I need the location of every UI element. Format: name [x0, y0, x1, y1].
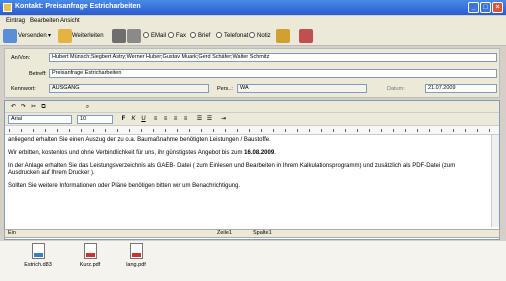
menu-eintrag[interactable]: Eintrag: [6, 18, 25, 24]
radio-brief[interactable]: [190, 32, 196, 39]
font-size-select[interactable]: 10: [77, 115, 113, 124]
close-button[interactable]: ×: [492, 2, 503, 13]
ruler[interactable]: [5, 126, 499, 135]
channel-email[interactable]: EMail: [143, 30, 166, 43]
status-col: Spalte1: [253, 230, 272, 236]
menu-bar: Eintrag Bearbeiten Ansicht: [0, 16, 506, 27]
cut-icon[interactable]: ✂: [29, 103, 38, 112]
save-icon[interactable]: [112, 29, 126, 43]
redo-icon[interactable]: ↷: [19, 103, 28, 112]
header-form: An/Von: Hubert Münsch;Siegbert Astry;Wer…: [4, 48, 500, 98]
list-bullets-icon[interactable]: ☰: [195, 115, 204, 124]
send-button[interactable]: Versenden: [18, 30, 47, 43]
kennwort-field[interactable]: AUSGANG: [49, 84, 209, 93]
datum-label: Datum:: [387, 86, 405, 92]
betreff-field[interactable]: Preisanfrage Estricharbeiten: [49, 69, 497, 78]
bold-button[interactable]: F: [119, 115, 128, 124]
paragraph-1: anliegend erhalten Sie einen Auszug der …: [8, 137, 271, 143]
betreff-label: Betreff:: [29, 71, 47, 77]
send-dropdown-icon[interactable]: ▾: [48, 30, 51, 43]
attachment-kurz[interactable]: Kurz.pdf: [72, 243, 108, 268]
message-editor: ↶ ↷ ✂ ⧉ ⌕ Arial 10 F K U ≡ ≡ ≡ ≡ ☰ ☰ ⇥ a…: [4, 100, 500, 240]
align-justify-icon[interactable]: ≡: [181, 115, 190, 124]
radio-fax[interactable]: [168, 32, 174, 39]
undo-icon[interactable]: ↶: [9, 103, 18, 112]
paragraph-4: Sollten Sie weitere Informationen oder P…: [8, 183, 241, 189]
an-von-label: An/Von:: [11, 55, 31, 61]
paragraph-2: Wir erbitten, kostenlos und ohne Verbind…: [8, 150, 276, 156]
forward-icon: [58, 29, 72, 43]
contact-icon[interactable]: [299, 29, 313, 43]
radio-email[interactable]: [143, 32, 149, 39]
radio-notiz[interactable]: [249, 32, 255, 39]
attachments-panel: Estrich.d83 Kurz.pdf lang.pdf: [0, 241, 506, 281]
maximize-button[interactable]: □: [480, 2, 491, 13]
title-bar: Kontakt: Preisanfrage Estricharbeiten _ …: [0, 0, 506, 15]
datum-field[interactable]: 21.07.2009: [425, 84, 497, 93]
kennwort-label: Kennwort:: [11, 86, 36, 92]
channel-brief[interactable]: Brief: [190, 30, 210, 43]
forward-button[interactable]: Weiterleiten: [72, 30, 104, 43]
status-mode: Ein: [8, 230, 16, 236]
align-left-icon[interactable]: ≡: [151, 115, 160, 124]
find-icon[interactable]: ⌕: [83, 103, 92, 112]
status-row: Zeile1: [217, 230, 232, 236]
channel-telefonat[interactable]: Telefonat: [216, 30, 248, 43]
menu-ansicht[interactable]: Ansicht: [60, 18, 80, 24]
paragraph-3: In der Anlage erhalten Sie das Leistungs…: [8, 163, 456, 176]
an-von-field[interactable]: Hubert Münsch;Siegbert Astry;Werner Hube…: [49, 53, 497, 62]
window-title: Kontakt: Preisanfrage Estricharbeiten: [15, 3, 141, 10]
minimize-button[interactable]: _: [468, 2, 479, 13]
font-select[interactable]: Arial: [8, 115, 72, 124]
editor-toolbar-format: Arial 10 F K U ≡ ≡ ≡ ≡ ☰ ☰ ⇥: [5, 113, 499, 126]
message-body[interactable]: anliegend erhalten Sie einen Auszug der …: [8, 137, 488, 196]
menu-bearbeiten[interactable]: Bearbeiten: [30, 18, 59, 24]
pers-label: Pers..:: [217, 86, 233, 92]
channel-fax[interactable]: Fax: [168, 30, 186, 43]
copy-icon[interactable]: ⧉: [39, 103, 48, 112]
attachment-lang[interactable]: lang.pdf: [118, 243, 154, 268]
vertical-scrollbar[interactable]: [491, 135, 499, 227]
status-bar: Ein Zeile1 Spalte1: [4, 229, 500, 238]
radio-telefonat[interactable]: [216, 32, 222, 39]
deadline-date: 16.08.2009: [244, 150, 275, 156]
attachment-estrich[interactable]: Estrich.d83: [20, 243, 56, 268]
app-icon: [3, 3, 12, 12]
align-center-icon[interactable]: ≡: [161, 115, 170, 124]
toolbar: Versenden ▾ Weiterleiten EMail Fax Brief…: [0, 27, 506, 46]
list-numbers-icon[interactable]: ☰: [205, 115, 214, 124]
send-icon[interactable]: [3, 29, 17, 43]
pers-field[interactable]: WA: [237, 84, 367, 93]
print-icon[interactable]: [127, 29, 141, 43]
align-right-icon[interactable]: ≡: [171, 115, 180, 124]
channel-notiz[interactable]: Notiz: [249, 30, 271, 43]
pdf-file-icon: [129, 243, 143, 259]
gaeb-file-icon: [31, 243, 45, 259]
italic-button[interactable]: K: [129, 115, 138, 124]
editor-toolbar-top: ↶ ↷ ✂ ⧉ ⌕: [5, 101, 499, 113]
folder-icon[interactable]: [276, 29, 290, 43]
indent-icon[interactable]: ⇥: [219, 115, 228, 124]
pdf-file-icon: [83, 243, 97, 259]
underline-button[interactable]: U: [139, 115, 148, 124]
